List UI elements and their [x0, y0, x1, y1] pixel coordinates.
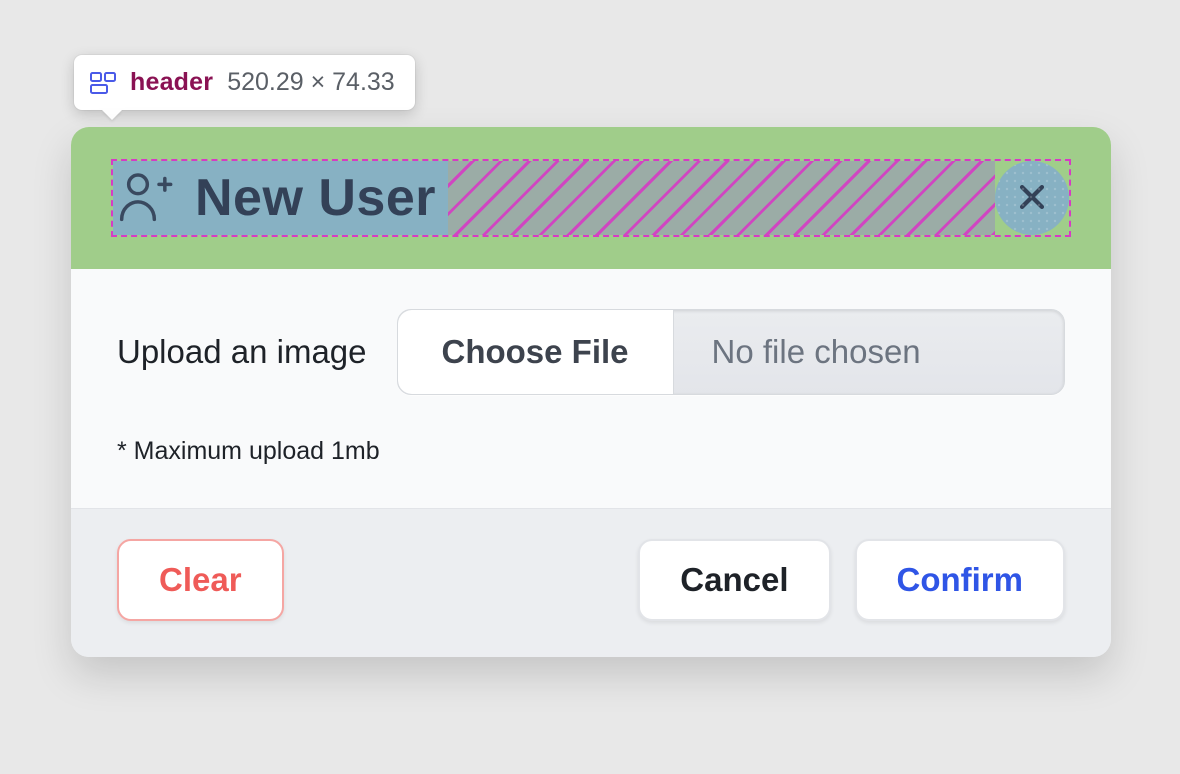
- add-user-icon: [117, 168, 173, 229]
- devtools-inspector-tooltip: header 520.29 × 74.33: [74, 55, 415, 110]
- close-button-wrapper: [995, 161, 1069, 235]
- modal-header-content: New User: [113, 161, 448, 235]
- modal-footer: Clear Cancel Confirm: [71, 509, 1111, 657]
- inspector-element-dimensions: 520.29 × 74.33: [227, 68, 395, 97]
- clear-button[interactable]: Clear: [117, 539, 284, 621]
- confirm-button[interactable]: Confirm: [855, 539, 1066, 621]
- new-user-modal: New User Upload an image Choose File No …: [71, 127, 1111, 657]
- upload-row: Upload an image Choose File No file chos…: [117, 309, 1065, 395]
- upload-hint: * Maximum upload 1mb: [117, 437, 1065, 466]
- modal-header: New User: [71, 127, 1111, 269]
- modal-header-inner: New User: [113, 161, 1069, 235]
- cancel-button[interactable]: Cancel: [638, 539, 830, 621]
- modal-header-flex-gap: [448, 161, 995, 235]
- flex-layout-icon: [90, 70, 116, 96]
- choose-file-button[interactable]: Choose File: [398, 310, 674, 394]
- upload-label: Upload an image: [117, 333, 367, 371]
- modal-title: New User: [195, 168, 436, 228]
- close-icon: [1015, 180, 1049, 217]
- close-button[interactable]: [995, 161, 1069, 235]
- modal-body: Upload an image Choose File No file chos…: [71, 269, 1111, 509]
- file-status-text: No file chosen: [674, 310, 1064, 394]
- inspector-element-tag: header: [130, 68, 213, 97]
- file-picker[interactable]: Choose File No file chosen: [397, 309, 1066, 395]
